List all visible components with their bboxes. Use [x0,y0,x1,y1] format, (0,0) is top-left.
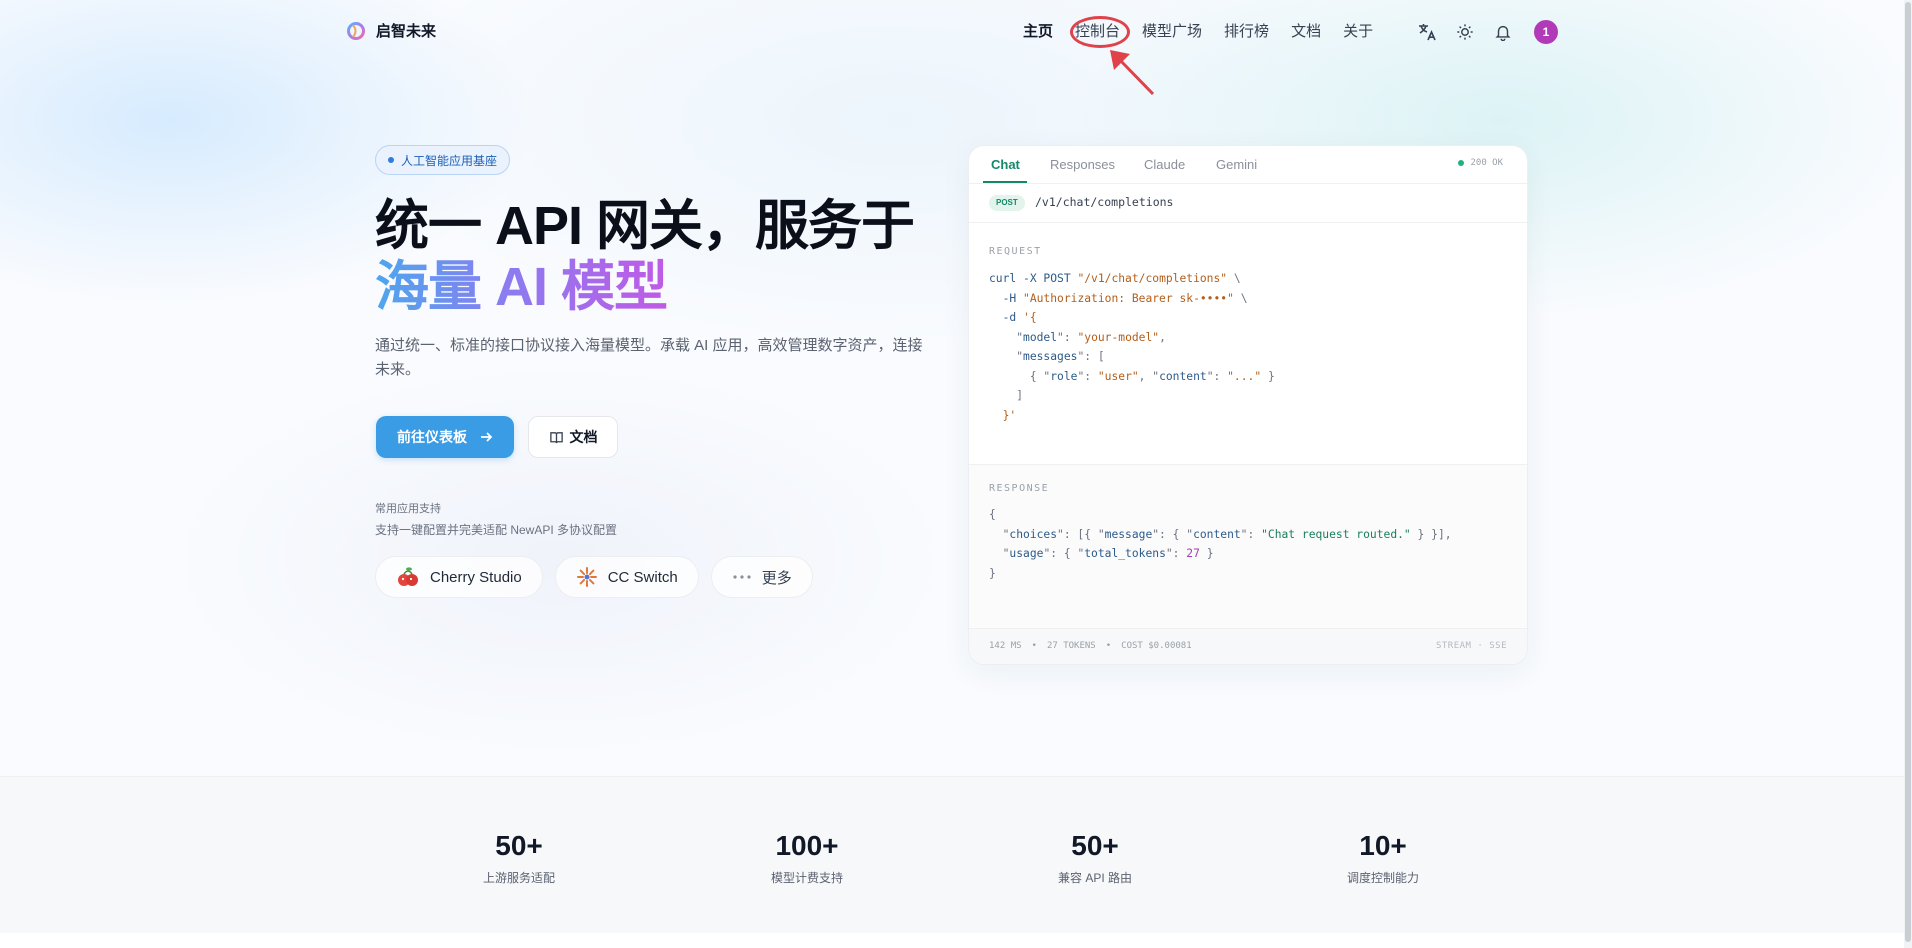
ring-logo-icon [347,21,365,40]
arrow-right-icon [481,432,493,442]
book-icon [549,431,563,443]
annotation-arrow-icon [1110,50,1155,96]
scrollbar-thumb[interactable] [1905,2,1911,942]
stat-label: 模型计费支持 [770,871,843,885]
latency-metric: 142 MS [989,641,1022,651]
apps-title: 常用应用支持 [375,503,441,515]
badge-dot [388,157,394,163]
latency-unit: MS [1010,641,1022,651]
cost-value: $0.00081 [1148,641,1192,651]
go-dashboard-label: 前往仪表板 [397,429,467,445]
stat-label: 上游服务适配 [482,871,555,885]
app-name: 更多 [761,569,792,587]
nav-item-docs[interactable]: 文档 [1291,22,1321,42]
method-badge: POST [989,195,1025,211]
latency-value: 142 [989,641,1006,651]
header-actions: 1 [1416,20,1558,44]
metrics-bar: 142 MS • 27 TOKENS • COST $0.00081 STREA… [969,628,1527,664]
status-dot [1458,160,1465,166]
apps-subtitle: 支持一键配置并完美适配 NewAPI 多协议配置 [375,523,618,537]
stat-item: 100+ 模型计费支持 [707,829,907,886]
cost-metric: COST $0.00081 [1121,641,1191,651]
app-name: CC Switch [607,568,678,586]
nav-item-home[interactable]: 主页 [1023,22,1053,42]
app-chip-cherry-studio[interactable]: Cherry Studio [375,556,543,598]
endpoint-path: /v1/chat/completions [1035,195,1174,209]
hero-title-highlight: 海量 AI 模型 [375,257,668,317]
nav-item-about[interactable]: 关于 [1343,22,1373,42]
badge-label: 人工智能应用基座 [401,153,498,168]
docs-button-label: 文档 [569,429,598,445]
app-chip-cc-switch[interactable]: CC Switch [554,556,699,598]
hero-badge: 人工智能应用基座 [375,145,511,175]
stat-value: 100+ [775,830,839,861]
nav-item-leaderboard[interactable]: 排行榜 [1224,22,1269,42]
hero-title: 统一 API 网关，服务于 [375,196,915,256]
sunburst-icon [576,567,597,587]
avatar[interactable]: 1 [1534,20,1558,44]
tab-chat[interactable]: Chat [991,157,1020,172]
go-dashboard-button[interactable]: 前往仪表板 [376,416,514,458]
hero-background [0,0,1912,776]
stats-section: 50+ 上游服务适配 100+ 模型计费支持 50+ 兼容 API 路由 10+… [0,776,1904,933]
docs-button[interactable]: 文档 [528,416,618,458]
stat-item: 50+ 兼容 API 路由 [995,829,1195,886]
translate-icon[interactable] [1416,21,1438,43]
status-text: 200 OK [1470,158,1503,168]
app-chip-more[interactable]: 更多 [710,556,813,598]
tokens-metric: 27 TOKENS [1047,641,1096,651]
brand[interactable]: 启智未来 [346,20,436,41]
bell-icon[interactable] [1492,21,1514,43]
api-example-card: Chat Responses Claude Gemini 200 OK POST… [968,145,1528,665]
sun-icon[interactable] [1454,21,1476,43]
response-code: { "choices": [{ "message": { "content": … [989,508,1452,580]
hero-description: 通过统一、标准的接口协议接入海量模型。承载 AI 应用，高效管理数字资产，连接未… [375,337,923,378]
request-code: curl -X POST "/v1/chat/completions" \ -H… [989,272,1275,422]
metric-separator: • [1031,641,1037,651]
metric-separator: • [1105,641,1112,651]
top-header: 启智未来 主页 控制台 模型广场 排行榜 文档 关于 1 [0,0,1904,96]
tokens-value: 27 [1046,641,1058,651]
tokens-unit: TOKENS [1063,641,1096,651]
tab-gemini[interactable]: Gemini [1216,157,1257,172]
stat-value: 50+ [1071,830,1119,861]
api-tabs: Chat Responses Claude Gemini 200 OK [969,146,1527,184]
stat-item: 10+ 调度控制能力 [1283,829,1483,886]
brand-name: 启智未来 [376,23,437,40]
page-scrollbar[interactable] [1904,0,1912,948]
response-label: RESPONSE [989,483,1050,494]
nav-item-model-square[interactable]: 模型广场 [1142,22,1202,42]
app-name: Cherry Studio [430,568,522,586]
stat-value: 50+ [495,830,543,861]
stat-label: 调度控制能力 [1346,871,1419,885]
status-indicator: 200 OK [1458,158,1503,168]
apps-list: Cherry Studio CC Switch 更多 [375,556,813,598]
tab-responses[interactable]: Responses [1050,157,1115,172]
cherry-icon [398,567,418,586]
ellipsis-icon [733,575,751,579]
metrics: 142 MS • 27 TOKENS • COST $0.00081 [989,641,1192,651]
stat-value: 10+ [1359,830,1407,861]
stream-label: STREAM · SSE [1435,641,1507,651]
cost-label: COST [1121,641,1143,651]
stat-item: 50+ 上游服务适配 [419,829,619,886]
tab-claude[interactable]: Claude [1144,157,1185,172]
request-label: REQUEST [989,246,1042,257]
stat-label: 兼容 API 路由 [1057,871,1132,885]
endpoint-row: POST /v1/chat/completions [969,183,1527,223]
